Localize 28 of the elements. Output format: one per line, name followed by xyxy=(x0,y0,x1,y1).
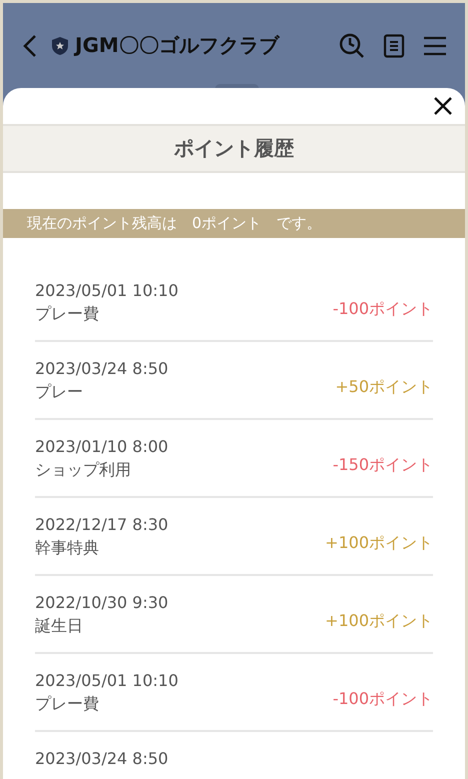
entry-points: -100ポイント xyxy=(332,298,433,320)
entry-label: プレー xyxy=(35,382,84,403)
entry-date: 2023/03/24 8:50 xyxy=(35,359,168,378)
entry-points: +50ポイント xyxy=(335,376,433,398)
shield-icon xyxy=(51,36,69,56)
back-icon xyxy=(23,34,37,58)
entry-date: 2023/01/10 8:00 xyxy=(35,437,168,456)
entry-points: -100ポイント xyxy=(332,688,433,710)
entry-points: +100ポイント xyxy=(325,532,433,554)
balance-banner: 現在のポイント残高は 0ポイント です。 xyxy=(3,209,465,238)
sheet-title: ポイント履歴 xyxy=(3,124,465,173)
entry-date: 2022/10/30 9:30 xyxy=(35,593,168,612)
entry-label: プレー費 xyxy=(35,694,100,715)
document-icon xyxy=(383,34,405,58)
entry-date: 2023/05/01 10:10 xyxy=(35,281,178,300)
entry-date: 2023/05/01 10:10 xyxy=(35,671,178,690)
entry-label: ショップ利用 xyxy=(35,460,132,481)
app-title: JGM〇〇ゴルフクラブ xyxy=(75,32,279,59)
search-icon xyxy=(339,32,365,58)
entry-label: 誕生日 xyxy=(35,616,84,637)
entry-points: +100ポイント xyxy=(325,610,433,632)
entry-date: 2023/03/24 8:50 xyxy=(35,749,168,768)
entry-label: プレー費 xyxy=(35,304,100,325)
entry-points: -150ポイント xyxy=(332,454,433,476)
entry-date: 2022/12/17 8:30 xyxy=(35,515,168,534)
close-icon xyxy=(433,96,453,116)
entry-label: 幹事特典 xyxy=(35,538,100,559)
menu-icon xyxy=(423,36,447,56)
